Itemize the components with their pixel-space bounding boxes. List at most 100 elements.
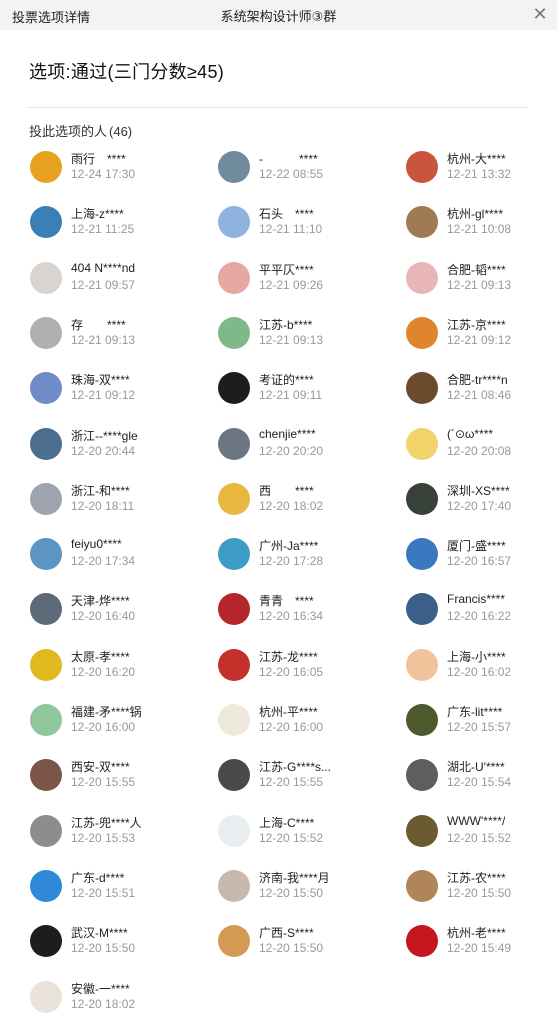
voter-item[interactable]: 存 **** 12-21 09:13: [30, 314, 200, 354]
head-icon[interactable]: [30, 704, 62, 736]
voter-item[interactable]: 浙江-和**** 12-20 18:11: [30, 480, 200, 520]
heart-icon[interactable]: [406, 704, 438, 736]
voter-item[interactable]: 广西-S**** 12-20 15:50: [218, 922, 388, 962]
voter-item[interactable]: chenjie**** 12-20 20:20: [218, 425, 388, 465]
penguin-icon[interactable]: [218, 372, 250, 404]
dog-icon[interactable]: [218, 925, 250, 957]
man-icon[interactable]: [218, 759, 250, 791]
vote-time: 12-21 09:12: [447, 333, 512, 347]
pug-icon[interactable]: [30, 981, 62, 1013]
voter-item[interactable]: 江苏-b**** 12-21 09:13: [218, 314, 388, 354]
sketch-icon[interactable]: [30, 262, 62, 294]
cartoon-icon[interactable]: [218, 262, 250, 294]
voter-item[interactable]: Francis**** 12-20 16:22: [406, 590, 557, 630]
glasses-icon[interactable]: [406, 538, 438, 570]
woman-icon[interactable]: [30, 759, 62, 791]
sketch-man-icon[interactable]: [406, 870, 438, 902]
voter-item[interactable]: 上海-小**** 12-20 16:02: [406, 646, 557, 686]
voter-item[interactable]: 合肥-韬**** 12-21 09:13: [406, 259, 557, 299]
voter-item[interactable]: 西安-双**** 12-20 15:55: [30, 756, 200, 796]
silhouette-icon[interactable]: [30, 649, 62, 681]
beach-icon[interactable]: [218, 538, 250, 570]
voter-name: 西安-双****: [71, 760, 130, 774]
voter-item[interactable]: 厦门-盛**** 12-20 16:57: [406, 535, 557, 575]
tower-icon[interactable]: [218, 206, 250, 238]
voter-item[interactable]: 雨行 **** 12-24 17:30: [30, 148, 200, 188]
cat-icon[interactable]: [406, 206, 438, 238]
voter-item[interactable]: 深圳-XS**** 12-20 17:40: [406, 480, 557, 520]
voter-item[interactable]: 合肥-tr****n 12-21 08:46: [406, 369, 557, 409]
voter-item[interactable]: 武汉-M**** 12-20 15:50: [30, 922, 200, 962]
voter-name: 考证的****: [259, 373, 314, 387]
street-icon[interactable]: [406, 759, 438, 791]
boy-icon[interactable]: [406, 372, 438, 404]
voter-item[interactable]: 杭州-gl**** 12-21 10:08: [406, 203, 557, 243]
car-icon[interactable]: [30, 483, 62, 515]
plane-icon[interactable]: [30, 206, 62, 238]
voter-item[interactable]: 济南-我****月 12-20 15:50: [218, 867, 388, 907]
voter-item[interactable]: - **** 12-22 08:55: [218, 148, 388, 188]
voter-item[interactable]: 404 N****nd 12-21 09:57: [30, 259, 200, 299]
bear-icon[interactable]: [30, 151, 62, 183]
person-icon[interactable]: [30, 593, 62, 625]
voter-item[interactable]: WWW'****/ 12-20 15:52: [406, 812, 557, 852]
voter-item[interactable]: 江苏-龙**** 12-20 16:05: [218, 646, 388, 686]
voter-item[interactable]: 杭州-老**** 12-20 15:49: [406, 922, 557, 962]
voter-item[interactable]: 石头 **** 12-21 11:10: [218, 203, 388, 243]
voter-item[interactable]: 江苏-兜****人 12-20 15:53: [30, 812, 200, 852]
jet-icon[interactable]: [30, 538, 62, 570]
voter-item[interactable]: 考证的**** 12-21 09:11: [218, 369, 388, 409]
penguin-icon[interactable]: [30, 925, 62, 957]
voter-item[interactable]: 安徽-一**** 12-20 18:02: [30, 978, 200, 1018]
wolf-icon[interactable]: [30, 815, 62, 847]
voter-item[interactable]: 福建-矛****锅 12-20 16:00: [30, 701, 200, 741]
landscape-icon[interactable]: [218, 151, 250, 183]
voter-item[interactable]: (´⊙ω**** 12-20 20:08: [406, 425, 557, 465]
vote-time: 12-21 10:08: [447, 222, 512, 236]
sky-icon[interactable]: [30, 428, 62, 460]
face-icon[interactable]: [406, 428, 438, 460]
voter-item[interactable]: 珠海-双**** 12-21 09:12: [30, 369, 200, 409]
voter-item[interactable]: 杭州-大**** 12-21 13:32: [406, 148, 557, 188]
voter-item[interactable]: 江苏-G****s... 12-20 15:55: [218, 756, 388, 796]
voter-item[interactable]: 平平仄**** 12-21 09:26: [218, 259, 388, 299]
pig-icon[interactable]: [406, 649, 438, 681]
ball-icon[interactable]: [406, 925, 438, 957]
vote-time: 12-20 15:52: [447, 831, 512, 845]
voter-item[interactable]: 西 **** 12-20 18:02: [218, 480, 388, 520]
voter-item[interactable]: 广东-lit**** 12-20 15:57: [406, 701, 557, 741]
voter-name: 上海-小****: [447, 650, 506, 664]
vote-time: 12-20 16:57: [447, 554, 512, 568]
voter-item[interactable]: 广州-Ja**** 12-20 17:28: [218, 535, 388, 575]
voter-item[interactable]: 广东-d**** 12-20 15:51: [30, 867, 200, 907]
voter-item[interactable]: 浙江--****gle 12-20 20:44: [30, 425, 200, 465]
anime-girl-icon[interactable]: [30, 372, 62, 404]
hair-icon[interactable]: [218, 483, 250, 515]
voter-item[interactable]: 湖北-U'**** 12-20 15:54: [406, 756, 557, 796]
race-car-icon[interactable]: [218, 649, 250, 681]
voter-item[interactable]: 青青 **** 12-20 16:34: [218, 590, 388, 630]
abstract-icon[interactable]: [406, 593, 438, 625]
voter-item[interactable]: 上海-z**** 12-21 11:25: [30, 203, 200, 243]
anime-icon[interactable]: [406, 317, 438, 349]
mountain-icon[interactable]: [218, 428, 250, 460]
clock-icon[interactable]: [218, 815, 250, 847]
baby-icon[interactable]: [406, 262, 438, 294]
voter-item[interactable]: 太原-孝**** 12-20 16:20: [30, 646, 200, 686]
lady-icon[interactable]: [218, 870, 250, 902]
voter-item[interactable]: 天津-烨**** 12-20 16:40: [30, 590, 200, 630]
voter-item[interactable]: 上海-C**** 12-20 15:52: [218, 812, 388, 852]
light-icon[interactable]: [406, 483, 438, 515]
voter-item[interactable]: feiyu0**** 12-20 17:34: [30, 535, 200, 575]
vote-time: 12-20 15:50: [447, 886, 512, 900]
soldier-icon[interactable]: [406, 815, 438, 847]
girl-icon[interactable]: [218, 317, 250, 349]
voter-item[interactable]: 江苏-京**** 12-21 09:12: [406, 314, 557, 354]
voter-item[interactable]: 杭州-平**** 12-20 16:00: [218, 701, 388, 741]
egg-icon[interactable]: [406, 151, 438, 183]
kid-icon[interactable]: [218, 704, 250, 736]
smile-icon[interactable]: [30, 870, 62, 902]
voter-item[interactable]: 江苏-农**** 12-20 15:50: [406, 867, 557, 907]
gray-icon[interactable]: [30, 317, 62, 349]
doll-icon[interactable]: [218, 593, 250, 625]
